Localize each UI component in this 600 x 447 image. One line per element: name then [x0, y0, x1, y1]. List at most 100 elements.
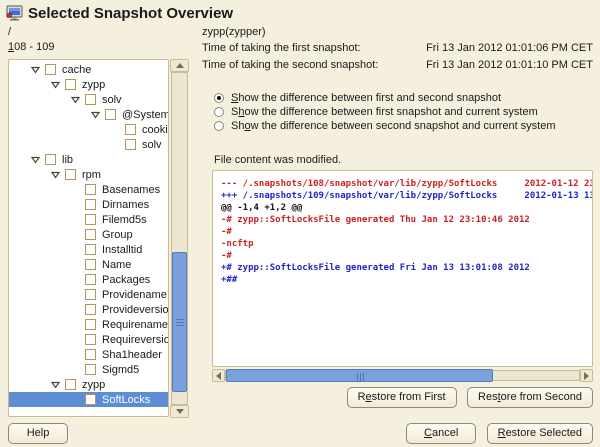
- checkbox[interactable]: [85, 259, 96, 270]
- radio-icon[interactable]: [214, 107, 224, 117]
- tree-label: rpm: [82, 169, 101, 181]
- radio-diff-mode-3[interactable]: Show the difference between second snaps…: [214, 119, 556, 133]
- checkbox[interactable]: [65, 79, 76, 90]
- tree-label: Packages: [102, 274, 150, 286]
- snapshot-name-label: zypp(zypper): [202, 26, 266, 38]
- tree-label: Basenames: [102, 184, 160, 196]
- tree-row--system[interactable]: @System: [9, 107, 168, 122]
- checkbox[interactable]: [105, 109, 116, 120]
- checkbox[interactable]: [85, 364, 96, 375]
- tree-row-requireversion[interactable]: Requireversion: [9, 332, 168, 347]
- expander-icon[interactable]: [51, 81, 65, 89]
- tree-row-sha1header[interactable]: Sha1header: [9, 347, 168, 362]
- checkbox[interactable]: [85, 199, 96, 210]
- checkbox[interactable]: [65, 379, 76, 390]
- checkbox[interactable]: [85, 229, 96, 240]
- tree-row-packages[interactable]: Packages: [9, 272, 168, 287]
- tree-row-zypp[interactable]: zypp: [9, 77, 168, 92]
- checkbox[interactable]: [85, 319, 96, 330]
- tree-row-solv[interactable]: solv: [9, 92, 168, 107]
- tree-row-softlocks[interactable]: SoftLocks: [9, 392, 168, 407]
- radio-diff-mode-1[interactable]: Show the difference between first and se…: [214, 91, 556, 105]
- checkbox[interactable]: [85, 94, 96, 105]
- checkbox[interactable]: [65, 169, 76, 180]
- checkbox[interactable]: [85, 244, 96, 255]
- tree-label: lib: [62, 154, 73, 166]
- tree-row-basenames[interactable]: Basenames: [9, 182, 168, 197]
- tree-label: Group: [102, 229, 133, 241]
- radio-label: Show the difference between first snapsh…: [231, 106, 538, 118]
- tree-label: Filemd5s: [102, 214, 147, 226]
- tree-row-dirnames[interactable]: Dirnames: [9, 197, 168, 212]
- app-icon: [6, 4, 24, 22]
- checkbox[interactable]: [125, 139, 136, 150]
- tree-label: Requireversion: [102, 334, 168, 346]
- file-tree[interactable]: cachezyppsolv@SystemcookiesolvlibrpmBase…: [8, 59, 169, 417]
- checkbox[interactable]: [45, 64, 56, 75]
- expander-icon[interactable]: [51, 171, 65, 179]
- expander-icon[interactable]: [51, 381, 65, 389]
- radio-icon[interactable]: [214, 121, 224, 131]
- tree-row-requirename[interactable]: Requirename: [9, 317, 168, 332]
- tree-row-cookie[interactable]: cookie: [9, 122, 168, 137]
- time-second-value: Fri 13 Jan 2012 01:01:10 PM CET: [426, 59, 593, 71]
- restore-from-first-button[interactable]: Restore from First: [347, 387, 457, 408]
- expander-icon[interactable]: [71, 96, 85, 104]
- checkbox[interactable]: [85, 214, 96, 225]
- scrollbar-thumb[interactable]: [226, 369, 493, 382]
- diff-horizontal-scrollbar[interactable]: [212, 369, 593, 382]
- tree-label: solv: [142, 139, 162, 151]
- diff-line-removed: -ncftp: [221, 238, 584, 250]
- tree-label: Sigmd5: [102, 364, 139, 376]
- time-first-label: Time of taking the first snapshot:: [202, 42, 361, 54]
- tree-row-solv[interactable]: solv: [9, 137, 168, 152]
- scroll-right-icon[interactable]: [580, 369, 593, 382]
- cancel-button[interactable]: Cancel: [406, 423, 476, 444]
- tree-row-providename[interactable]: Providename: [9, 287, 168, 302]
- tree-row-lib[interactable]: lib: [9, 152, 168, 167]
- tree-row-group[interactable]: Group: [9, 227, 168, 242]
- tree-vertical-scrollbar[interactable]: [170, 59, 189, 418]
- tree-row-sigmd5[interactable]: Sigmd5: [9, 362, 168, 377]
- tree-row-installtid[interactable]: Installtid: [9, 242, 168, 257]
- restore-from-second-button[interactable]: Restore from Second: [467, 387, 593, 408]
- snapshot-overview-window: Selected Snapshot Overview / 108 - 109 c…: [0, 0, 600, 447]
- checkbox[interactable]: [45, 154, 56, 165]
- diff-line-added: +##: [221, 274, 584, 286]
- restore-selected-button[interactable]: Restore Selected: [487, 423, 593, 444]
- page-title: Selected Snapshot Overview: [28, 5, 233, 22]
- tree-row-filemd5s[interactable]: Filemd5s: [9, 212, 168, 227]
- checkbox[interactable]: [85, 394, 96, 405]
- tree-label: cache: [62, 64, 91, 76]
- tree-row-rpm[interactable]: rpm: [9, 167, 168, 182]
- checkbox[interactable]: [85, 289, 96, 300]
- expander-icon[interactable]: [31, 156, 45, 164]
- tree-label: Dirnames: [102, 199, 149, 211]
- checkbox[interactable]: [85, 184, 96, 195]
- scroll-down-icon[interactable]: [170, 405, 189, 418]
- scrollbar-thumb[interactable]: [172, 252, 187, 392]
- expander-icon[interactable]: [91, 111, 105, 119]
- checkbox[interactable]: [125, 124, 136, 135]
- scroll-up-icon[interactable]: [170, 59, 189, 72]
- diff-line-removed: -#: [221, 226, 584, 238]
- checkbox[interactable]: [85, 274, 96, 285]
- tree-row-cache[interactable]: cache: [9, 62, 168, 77]
- checkbox[interactable]: [85, 304, 96, 315]
- time-second-row: Time of taking the second snapshot: Fri …: [202, 59, 593, 71]
- checkbox[interactable]: [85, 334, 96, 345]
- tree-row-provideversion[interactable]: Provideversion: [9, 302, 168, 317]
- expander-icon[interactable]: [31, 66, 45, 74]
- diff-content-view[interactable]: --- /.snapshots/108/snapshot/var/lib/zyp…: [212, 170, 593, 367]
- radio-icon[interactable]: [214, 93, 224, 103]
- tree-row-name[interactable]: Name: [9, 257, 168, 272]
- tree-label: SoftLocks: [102, 394, 150, 406]
- tree-label: Requirename: [102, 319, 168, 331]
- scroll-left-icon[interactable]: [212, 369, 225, 382]
- tree-label: solv: [102, 94, 122, 106]
- tree-row-zypp[interactable]: zypp: [9, 377, 168, 392]
- diff-line-removed: -#: [221, 250, 584, 262]
- checkbox[interactable]: [85, 349, 96, 360]
- radio-diff-mode-2[interactable]: Show the difference between first snapsh…: [214, 105, 556, 119]
- help-button[interactable]: Help: [8, 423, 68, 444]
